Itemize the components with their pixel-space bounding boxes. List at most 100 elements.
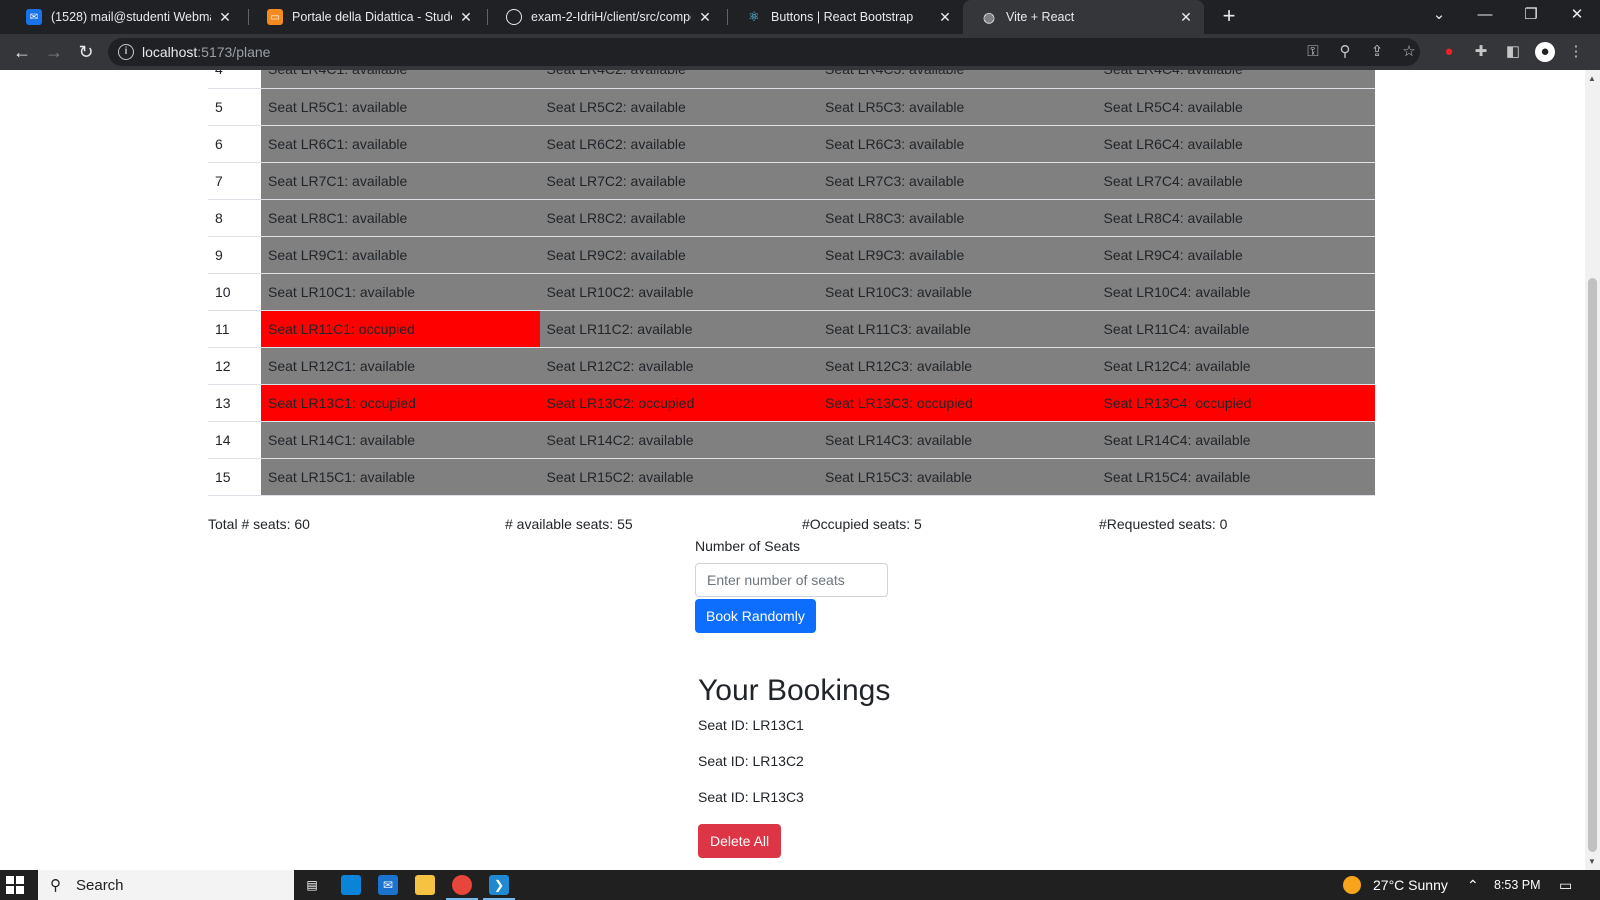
url-text: localhost:5173/plane bbox=[142, 44, 270, 60]
seat-cell-available[interactable]: Seat LR4C1: available bbox=[261, 70, 540, 89]
seat-cell-available[interactable]: Seat LR10C4: available bbox=[1096, 273, 1375, 311]
side-panel-icon[interactable]: ◧ bbox=[1503, 42, 1523, 62]
seat-cell-available[interactable]: Seat LR6C1: available bbox=[261, 125, 540, 163]
close-icon[interactable]: ✕ bbox=[937, 9, 953, 26]
key-icon[interactable]: ⚿ bbox=[1303, 42, 1323, 62]
seat-cell-available[interactable]: Seat LR9C4: available bbox=[1096, 236, 1375, 274]
seat-cell-available[interactable]: Seat LR14C1: available bbox=[261, 421, 540, 459]
browser-tab-portale[interactable]: ▭ Portale della Didattica - Studente ✕ bbox=[249, 0, 484, 34]
extension-red-icon[interactable]: ● bbox=[1439, 42, 1459, 62]
globe-icon: ◍ bbox=[982, 8, 996, 25]
bookmark-star-icon[interactable]: ☆ bbox=[1399, 42, 1419, 62]
number-of-seats-input[interactable] bbox=[695, 563, 888, 597]
seat-cell-available[interactable]: Seat LR8C3: available bbox=[818, 199, 1097, 237]
seat-cell-available[interactable]: Seat LR11C4: available bbox=[1096, 310, 1375, 348]
seat-cell-available[interactable]: Seat LR9C1: available bbox=[261, 236, 540, 274]
seat-cell-available[interactable]: Seat LR12C1: available bbox=[261, 347, 540, 385]
seat-cell-available[interactable]: Seat LR12C3: available bbox=[818, 347, 1097, 385]
window-close-button[interactable]: ✕ bbox=[1554, 0, 1600, 34]
seat-cell-available[interactable]: Seat LR4C2: available bbox=[539, 70, 818, 89]
mail-app-icon[interactable]: ✉ bbox=[378, 875, 398, 895]
seat-cell-available[interactable]: Seat LR15C4: available bbox=[1096, 458, 1375, 496]
seat-cell-available[interactable]: Seat LR4C4: available bbox=[1096, 70, 1375, 89]
seat-cell-available[interactable]: Seat LR11C3: available bbox=[818, 310, 1097, 348]
extensions-puzzle-icon[interactable]: ✚ bbox=[1471, 42, 1491, 62]
restore-button[interactable]: ❐ bbox=[1508, 0, 1554, 34]
occupied-seats-stat: #Occupied seats: 5 bbox=[802, 516, 922, 532]
browser-tab-webmail[interactable]: ✉ (1528) mail@studenti Webmail :: ✕ bbox=[8, 0, 243, 34]
seat-cell-available[interactable]: Seat LR7C2: available bbox=[539, 162, 818, 200]
vscode-icon[interactable]: ❯ bbox=[483, 875, 515, 900]
seat-cell-available[interactable]: Seat LR14C4: available bbox=[1096, 421, 1375, 459]
file-explorer-icon[interactable] bbox=[415, 875, 435, 895]
seat-cell-available[interactable]: Seat LR15C2: available bbox=[539, 458, 818, 496]
seat-cell-available[interactable]: Seat LR8C4: available bbox=[1096, 199, 1375, 237]
store-icon[interactable] bbox=[341, 875, 361, 895]
seat-cell-available[interactable]: Seat LR6C3: available bbox=[818, 125, 1097, 163]
seat-cell-available[interactable]: Seat LR14C3: available bbox=[818, 421, 1097, 459]
seat-cell-available[interactable]: Seat LR12C2: available bbox=[539, 347, 818, 385]
seat-cell-available[interactable]: Seat LR5C3: available bbox=[818, 88, 1097, 126]
new-tab-button[interactable]: + bbox=[1216, 4, 1242, 30]
close-icon[interactable]: ✕ bbox=[458, 9, 474, 26]
seat-cell-available[interactable]: Seat LR10C1: available bbox=[261, 273, 540, 311]
seat-cell-available[interactable]: Seat LR9C2: available bbox=[539, 236, 818, 274]
clock-time[interactable]: 8:53 PM bbox=[1494, 878, 1541, 892]
seat-cell-occupied[interactable]: Seat LR13C1: occupied bbox=[261, 384, 540, 422]
seat-cell-occupied[interactable]: Seat LR13C3: occupied bbox=[818, 384, 1097, 422]
taskbar-search-box[interactable]: ⚲ Search bbox=[38, 870, 294, 900]
share-icon[interactable]: ⇪ bbox=[1367, 42, 1387, 62]
tray-chevron-icon[interactable]: ⌃ bbox=[1467, 877, 1479, 894]
seat-row: 8 Seat LR8C1: available Seat LR8C2: availa… bbox=[208, 199, 1375, 237]
seat-cell-available[interactable]: Seat LR5C1: available bbox=[261, 88, 540, 126]
tab-search-icon[interactable]: ⌄ bbox=[1416, 0, 1462, 34]
notifications-icon[interactable]: ▭ bbox=[1559, 877, 1572, 894]
book-randomly-button[interactable]: Book Randomly bbox=[695, 599, 816, 633]
close-icon[interactable]: ✕ bbox=[697, 9, 713, 26]
seat-cell-available[interactable]: Seat LR9C3: available bbox=[818, 236, 1097, 274]
seat-cell-available[interactable]: Seat LR15C1: available bbox=[261, 458, 540, 496]
weather-text[interactable]: 27°C Sunny bbox=[1373, 877, 1448, 893]
seat-cell-available[interactable]: Seat LR10C3: available bbox=[818, 273, 1097, 311]
zoom-icon[interactable]: ⚲ bbox=[1335, 42, 1355, 62]
seat-cell-available[interactable]: Seat LR6C4: available bbox=[1096, 125, 1375, 163]
address-bar[interactable]: i localhost:5173/plane bbox=[108, 38, 1420, 66]
info-icon[interactable]: i bbox=[118, 44, 134, 60]
page-scrollbar[interactable]: ▲ ▼ bbox=[1585, 70, 1600, 870]
seat-cell-available[interactable]: Seat LR8C1: available bbox=[261, 199, 540, 237]
seat-cell-available[interactable]: Seat LR8C2: available bbox=[539, 199, 818, 237]
scroll-down-icon[interactable]: ▼ bbox=[1588, 857, 1596, 866]
seat-cell-available[interactable]: Seat LR7C1: available bbox=[261, 162, 540, 200]
scroll-up-icon[interactable]: ▲ bbox=[1588, 74, 1596, 83]
seat-cell-available[interactable]: Seat LR11C2: available bbox=[539, 310, 818, 348]
seat-cell-available[interactable]: Seat LR7C3: available bbox=[818, 162, 1097, 200]
seat-cell-occupied[interactable]: Seat LR11C1: occupied bbox=[261, 310, 540, 348]
forward-icon[interactable]: → bbox=[42, 40, 66, 64]
seat-cell-available[interactable]: Seat LR7C4: available bbox=[1096, 162, 1375, 200]
close-icon[interactable]: ✕ bbox=[217, 9, 233, 26]
close-icon[interactable]: ✕ bbox=[1178, 9, 1194, 26]
back-icon[interactable]: ← bbox=[10, 40, 34, 64]
seat-cell-available[interactable]: Seat LR14C2: available bbox=[539, 421, 818, 459]
browser-tab-react-bootstrap[interactable]: ⚛ Buttons | React Bootstrap ✕ bbox=[728, 0, 963, 34]
scrollbar-thumb[interactable] bbox=[1588, 278, 1597, 852]
seat-cell-occupied[interactable]: Seat LR13C2: occupied bbox=[539, 384, 818, 422]
seat-cell-occupied[interactable]: Seat LR13C4: occupied bbox=[1096, 384, 1375, 422]
browser-tab-vite-react[interactable]: ◍ Vite + React ✕ bbox=[963, 0, 1204, 34]
chrome-icon[interactable] bbox=[446, 875, 478, 900]
seat-cell-available[interactable]: Seat LR10C2: available bbox=[539, 273, 818, 311]
reload-icon[interactable]: ↻ bbox=[74, 40, 98, 64]
delete-all-button[interactable]: Delete All bbox=[698, 824, 782, 858]
profile-avatar[interactable]: ● bbox=[1535, 42, 1555, 62]
task-view-icon[interactable]: ▤ bbox=[302, 875, 322, 895]
seat-cell-available[interactable]: Seat LR5C2: available bbox=[539, 88, 818, 126]
seat-cell-available[interactable]: Seat LR12C4: available bbox=[1096, 347, 1375, 385]
minimize-button[interactable]: — bbox=[1462, 0, 1508, 34]
seat-cell-available[interactable]: Seat LR5C4: available bbox=[1096, 88, 1375, 126]
windows-start-icon[interactable] bbox=[6, 876, 28, 894]
seat-cell-available[interactable]: Seat LR15C3: available bbox=[818, 458, 1097, 496]
seat-cell-available[interactable]: Seat LR4C3: available bbox=[818, 70, 1097, 89]
menu-kebab-icon[interactable]: ⋮ bbox=[1566, 42, 1586, 62]
seat-cell-available[interactable]: Seat LR6C2: available bbox=[539, 125, 818, 163]
browser-tab-github[interactable]: exam-2-IdriH/client/src/compone ✕ bbox=[488, 0, 723, 34]
